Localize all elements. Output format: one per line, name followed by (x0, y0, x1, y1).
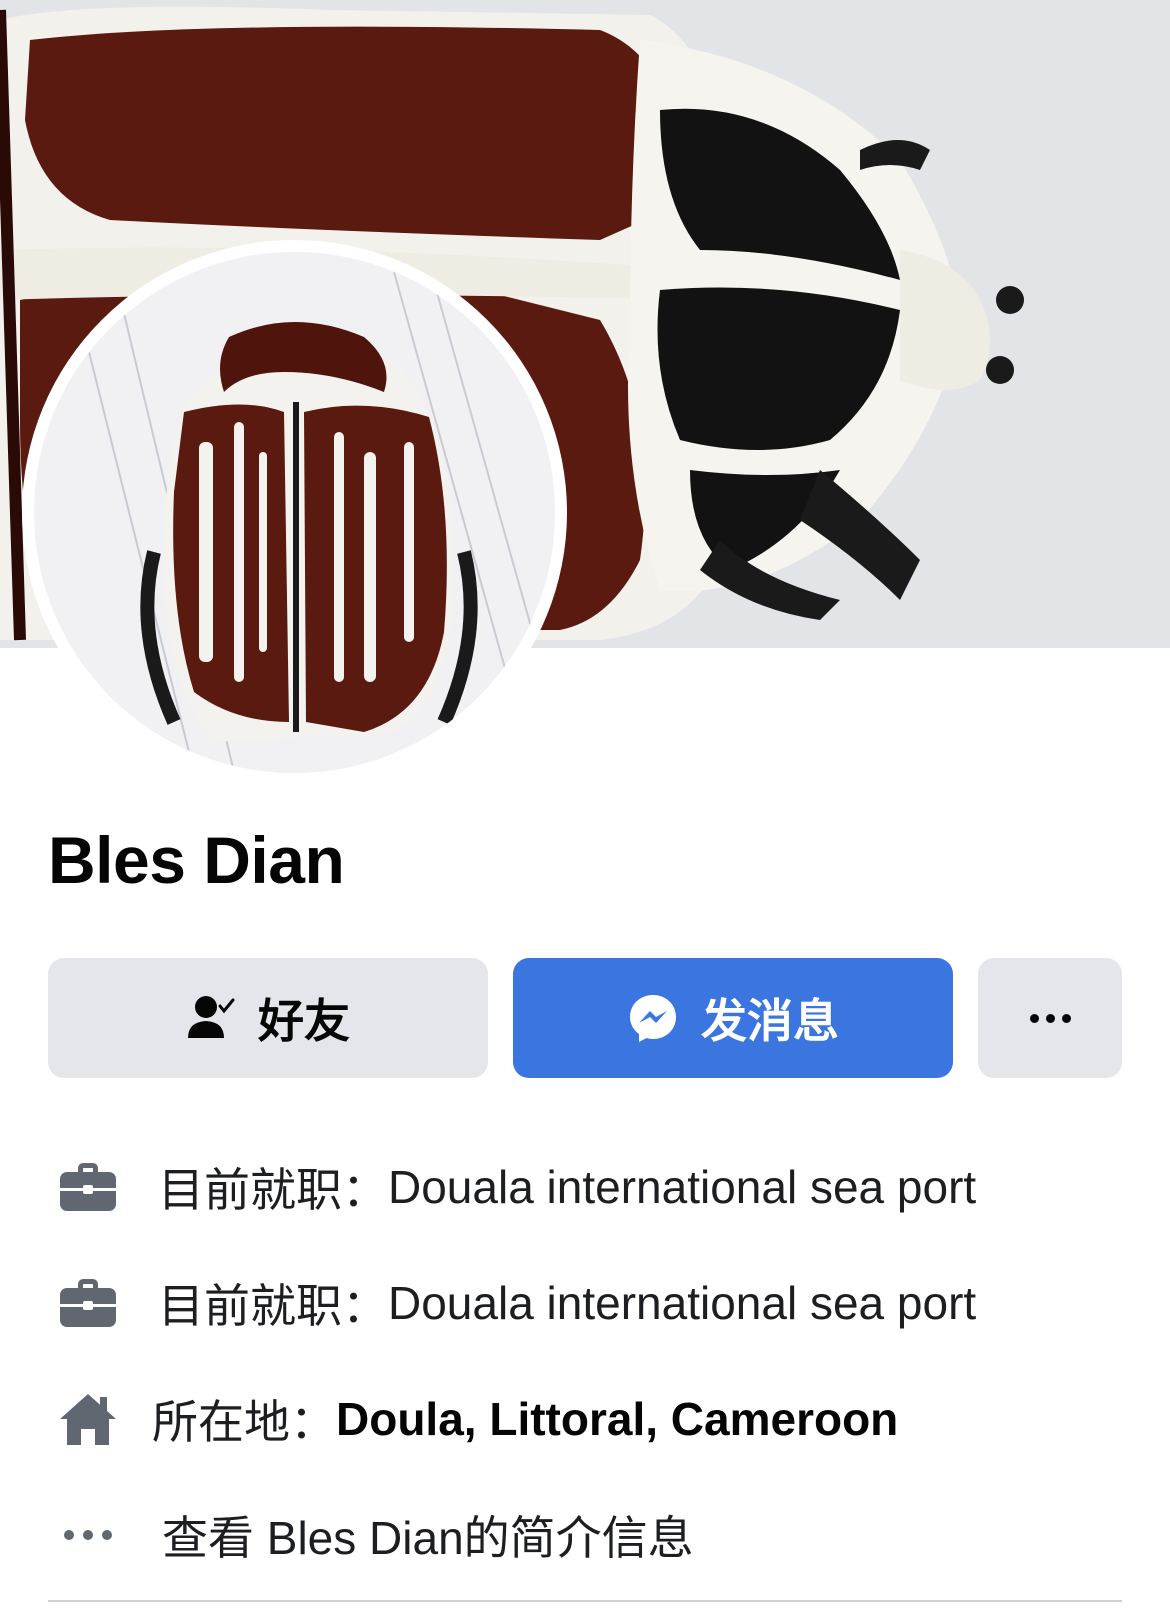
profile-name: Bles Dian (48, 823, 345, 897)
location-value[interactable]: Doula, Littoral, Cameroon (336, 1392, 898, 1446)
avatar-image (34, 252, 555, 773)
briefcase-icon (56, 1277, 120, 1329)
work-info-row: 目前就职： Douala international sea port (56, 1152, 1130, 1222)
more-options-button[interactable] (978, 958, 1122, 1078)
more-horizontal-icon (1029, 1013, 1071, 1023)
location-info-row: 所在地： Doula, Littoral, Cameroon (56, 1384, 1130, 1454)
work-value[interactable]: Douala international sea port (388, 1160, 976, 1214)
home-icon (56, 1391, 120, 1447)
work-label: 目前就职： (158, 1280, 388, 1332)
more-dots-icon (56, 1530, 120, 1540)
person-check-icon (186, 994, 236, 1042)
message-button-label: 发消息 (701, 995, 839, 1047)
friends-button[interactable]: 好友 (48, 958, 488, 1078)
section-divider (48, 1600, 1122, 1602)
profile-page: Bles Dian 好友 发消息 目前就职： Douala internatio… (0, 0, 1170, 1610)
messenger-icon (627, 992, 679, 1044)
work-label: 目前就职： (158, 1164, 388, 1216)
profile-avatar[interactable] (22, 240, 567, 785)
location-label: 所在地： (152, 1396, 336, 1448)
work-value[interactable]: Douala international sea port (388, 1276, 976, 1330)
briefcase-icon (56, 1161, 120, 1213)
message-button[interactable]: 发消息 (513, 958, 953, 1078)
work-info-row: 目前就职： Douala international sea port (56, 1268, 1130, 1338)
about-info-row[interactable]: 查看 Bles Dian的简介信息 (56, 1500, 1130, 1570)
friends-button-label: 好友 (258, 995, 350, 1047)
see-about-link[interactable]: 查看 Bles Dian的简介信息 (162, 1502, 694, 1568)
